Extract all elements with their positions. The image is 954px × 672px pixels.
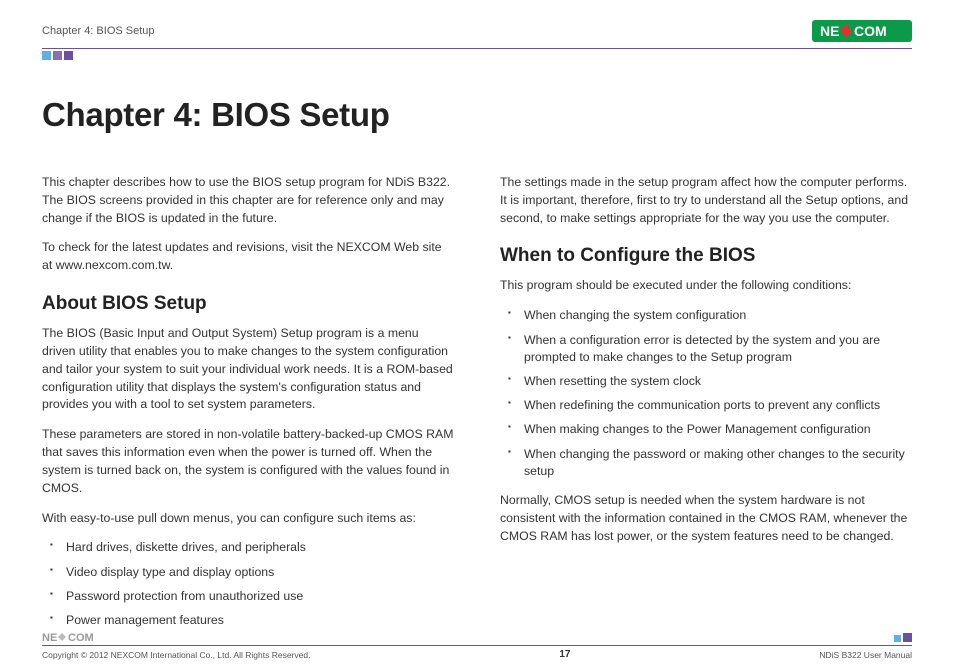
body-columns: This chapter describes how to use the BI… [42,174,912,641]
footer-page-number: 17 [559,649,570,660]
svg-text:COM: COM [854,23,887,39]
footer-divider [42,645,912,646]
header-color-squares [42,51,912,60]
nexcom-logo-top: NE COM [812,20,912,42]
list-item: Power management features [56,612,454,629]
intro-para-2: To check for the latest updates and revi… [42,239,454,275]
footer-doc-name: NDiS B322 User Manual [819,650,912,660]
about-items-list: Hard drives, diskette drives, and periph… [42,539,454,629]
left-column: This chapter describes how to use the BI… [42,174,454,641]
about-para-2: These parameters are stored in non-volat… [42,426,454,497]
list-item: When changing the password or making oth… [514,446,912,480]
page-title: Chapter 4: BIOS Setup [42,96,912,134]
when-intro-para: This program should be executed under th… [500,277,912,295]
list-item: Video display type and display options [56,564,454,581]
list-item: When making changes to the Power Managem… [514,421,912,438]
page-footer: NE COM Copyright © 2012 NEXCOM Internati… [42,631,912,660]
svg-text:NE: NE [42,632,57,643]
heading-when: When to Configure the BIOS [500,245,912,267]
list-item: When changing the system configuration [514,307,912,324]
about-para-1: The BIOS (Basic Input and Output System)… [42,325,454,414]
conditions-list: When changing the system configuration W… [500,307,912,480]
header-chapter-label: Chapter 4: BIOS Setup [42,25,155,37]
list-item: When redefining the communication ports … [514,397,912,414]
list-item: Password protection from unauthorized us… [56,588,454,605]
closing-para: Normally, CMOS setup is needed when the … [500,492,912,545]
footer-color-squares [894,633,912,642]
svg-text:NE: NE [820,23,839,39]
svg-text:COM: COM [68,632,94,643]
page-header: Chapter 4: BIOS Setup NE COM [42,18,912,44]
header-divider [42,48,912,49]
list-item: Hard drives, diskette drives, and periph… [56,539,454,556]
about-para-3: With easy-to-use pull down menus, you ca… [42,510,454,528]
heading-about: About BIOS Setup [42,293,454,315]
nexcom-logo-bottom: NE COM [42,631,912,643]
footer-copyright: Copyright © 2012 NEXCOM International Co… [42,650,310,660]
list-item: When a configuration error is detected b… [514,332,912,366]
list-item: When resetting the system clock [514,373,912,390]
right-intro-para: The settings made in the setup program a… [500,174,912,227]
right-column: The settings made in the setup program a… [500,174,912,641]
intro-para-1: This chapter describes how to use the BI… [42,174,454,227]
